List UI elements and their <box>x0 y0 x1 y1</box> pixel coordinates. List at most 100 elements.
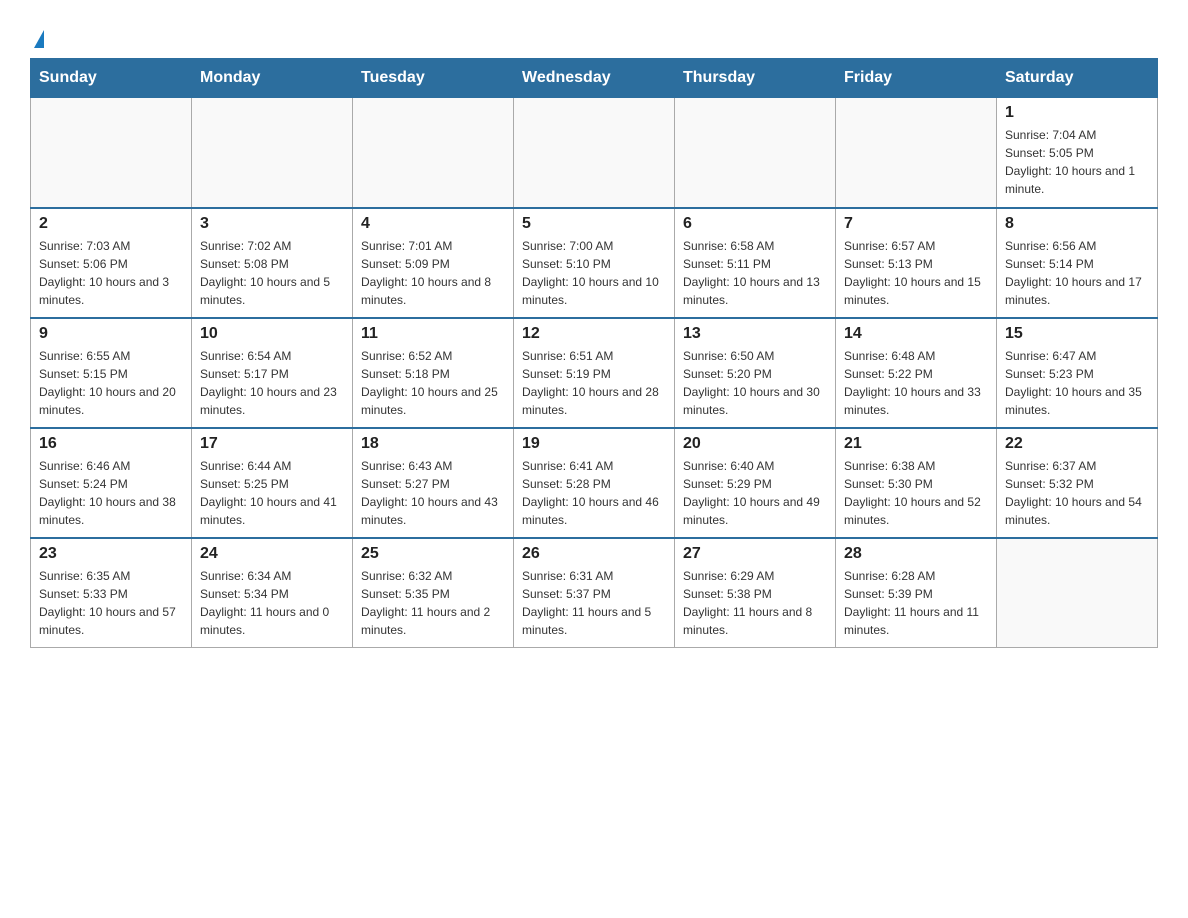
header-saturday: Saturday <box>997 59 1158 98</box>
calendar-cell-w1-d3 <box>353 98 514 208</box>
day-number-21: 21 <box>844 435 988 453</box>
day-info-21: Sunrise: 6:38 AMSunset: 5:30 PMDaylight:… <box>844 457 988 529</box>
day-info-18: Sunrise: 6:43 AMSunset: 5:27 PMDaylight:… <box>361 457 505 529</box>
day-number-5: 5 <box>522 215 666 233</box>
calendar-cell-w4-d3: 18 Sunrise: 6:43 AMSunset: 5:27 PMDayligh… <box>353 428 514 538</box>
logo-general-line <box>30 20 44 48</box>
calendar-cell-w5-d7 <box>997 538 1158 648</box>
day-info-12: Sunrise: 6:51 AMSunset: 5:19 PMDaylight:… <box>522 347 666 419</box>
calendar-cell-w1-d7: 1 Sunrise: 7:04 AMSunset: 5:05 PMDaylight… <box>997 98 1158 208</box>
day-number-20: 20 <box>683 435 827 453</box>
calendar-cell-w4-d2: 17 Sunrise: 6:44 AMSunset: 5:25 PMDayligh… <box>192 428 353 538</box>
day-info-23: Sunrise: 6:35 AMSunset: 5:33 PMDaylight:… <box>39 567 183 639</box>
week-row-3: 9 Sunrise: 6:55 AMSunset: 5:15 PMDaylight… <box>31 318 1158 428</box>
calendar-cell-w2-d5: 6 Sunrise: 6:58 AMSunset: 5:11 PMDaylight… <box>675 208 836 318</box>
day-number-27: 27 <box>683 545 827 563</box>
day-info-24: Sunrise: 6:34 AMSunset: 5:34 PMDaylight:… <box>200 567 344 639</box>
day-number-17: 17 <box>200 435 344 453</box>
logo-triangle-icon <box>34 30 44 48</box>
calendar-cell-w3-d7: 15Sunrise: 6:47 AMSunset: 5:23 PMDayligh… <box>997 318 1158 428</box>
calendar-cell-w4-d5: 20 Sunrise: 6:40 AMSunset: 5:29 PMDayligh… <box>675 428 836 538</box>
week-row-2: 2 Sunrise: 7:03 AMSunset: 5:06 PMDaylight… <box>31 208 1158 318</box>
calendar-cell-w1-d1 <box>31 98 192 208</box>
calendar-cell-w1-d5 <box>675 98 836 208</box>
day-info-19: Sunrise: 6:41 AMSunset: 5:28 PMDaylight:… <box>522 457 666 529</box>
calendar-cell-w4-d7: 22 Sunrise: 6:37 AMSunset: 5:32 PMDayligh… <box>997 428 1158 538</box>
day-number-8: 8 <box>1005 215 1149 233</box>
day-number-9: 9 <box>39 325 183 343</box>
calendar-cell-w5-d5: 27 Sunrise: 6:29 AMSunset: 5:38 PMDayligh… <box>675 538 836 648</box>
week-row-1: 1 Sunrise: 7:04 AMSunset: 5:05 PMDaylight… <box>31 98 1158 208</box>
day-number-19: 19 <box>522 435 666 453</box>
day-number-6: 6 <box>683 215 827 233</box>
week-row-5: 23 Sunrise: 6:35 AMSunset: 5:33 PMDayligh… <box>31 538 1158 648</box>
calendar-cell-w2-d3: 4 Sunrise: 7:01 AMSunset: 5:09 PMDaylight… <box>353 208 514 318</box>
calendar-cell-w3-d2: 10 Sunrise: 6:54 AMSunset: 5:17 PMDayligh… <box>192 318 353 428</box>
day-info-3: Sunrise: 7:02 AMSunset: 5:08 PMDaylight:… <box>200 237 344 309</box>
header-sunday: Sunday <box>31 59 192 98</box>
day-number-14: 14 <box>844 325 988 343</box>
day-info-17: Sunrise: 6:44 AMSunset: 5:25 PMDaylight:… <box>200 457 344 529</box>
logo <box>30 20 44 48</box>
header-tuesday: Tuesday <box>353 59 514 98</box>
day-info-2: Sunrise: 7:03 AMSunset: 5:06 PMDaylight:… <box>39 237 183 309</box>
calendar-cell-w2-d4: 5 Sunrise: 7:00 AMSunset: 5:10 PMDaylight… <box>514 208 675 318</box>
day-info-6: Sunrise: 6:58 AMSunset: 5:11 PMDaylight:… <box>683 237 827 309</box>
calendar-cell-w1-d6 <box>836 98 997 208</box>
header-wednesday: Wednesday <box>514 59 675 98</box>
day-info-10: Sunrise: 6:54 AMSunset: 5:17 PMDaylight:… <box>200 347 344 419</box>
calendar-cell-w3-d6: 14 Sunrise: 6:48 AMSunset: 5:22 PMDayligh… <box>836 318 997 428</box>
day-number-25: 25 <box>361 545 505 563</box>
day-info-7: Sunrise: 6:57 AMSunset: 5:13 PMDaylight:… <box>844 237 988 309</box>
day-number-10: 10 <box>200 325 344 343</box>
day-info-8: Sunrise: 6:56 AMSunset: 5:14 PMDaylight:… <box>1005 237 1149 309</box>
day-number-23: 23 <box>39 545 183 563</box>
calendar-cell-w1-d2 <box>192 98 353 208</box>
day-info-5: Sunrise: 7:00 AMSunset: 5:10 PMDaylight:… <box>522 237 666 309</box>
page-header <box>30 20 1158 48</box>
day-info-27: Sunrise: 6:29 AMSunset: 5:38 PMDaylight:… <box>683 567 827 639</box>
calendar-cell-w4-d1: 16Sunrise: 6:46 AMSunset: 5:24 PMDayligh… <box>31 428 192 538</box>
day-info-20: Sunrise: 6:40 AMSunset: 5:29 PMDaylight:… <box>683 457 827 529</box>
calendar-cell-w3-d1: 9 Sunrise: 6:55 AMSunset: 5:15 PMDaylight… <box>31 318 192 428</box>
day-number-18: 18 <box>361 435 505 453</box>
header-thursday: Thursday <box>675 59 836 98</box>
day-number-22: 22 <box>1005 435 1149 453</box>
day-number-3: 3 <box>200 215 344 233</box>
day-info-26: Sunrise: 6:31 AMSunset: 5:37 PMDaylight:… <box>522 567 666 639</box>
weekday-header-row: SundayMondayTuesdayWednesdayThursdayFrid… <box>31 59 1158 98</box>
header-monday: Monday <box>192 59 353 98</box>
header-friday: Friday <box>836 59 997 98</box>
calendar-cell-w3-d5: 13 Sunrise: 6:50 AMSunset: 5:20 PMDayligh… <box>675 318 836 428</box>
day-info-11: Sunrise: 6:52 AMSunset: 5:18 PMDaylight:… <box>361 347 505 419</box>
day-info-4: Sunrise: 7:01 AMSunset: 5:09 PMDaylight:… <box>361 237 505 309</box>
calendar-cell-w4-d6: 21 Sunrise: 6:38 AMSunset: 5:30 PMDayligh… <box>836 428 997 538</box>
day-info-14: Sunrise: 6:48 AMSunset: 5:22 PMDaylight:… <box>844 347 988 419</box>
day-info-25: Sunrise: 6:32 AMSunset: 5:35 PMDaylight:… <box>361 567 505 639</box>
week-row-4: 16Sunrise: 6:46 AMSunset: 5:24 PMDayligh… <box>31 428 1158 538</box>
day-number-1: 1 <box>1005 104 1149 122</box>
day-number-26: 26 <box>522 545 666 563</box>
calendar-cell-w3-d4: 12 Sunrise: 6:51 AMSunset: 5:19 PMDayligh… <box>514 318 675 428</box>
day-number-15: 15 <box>1005 325 1149 343</box>
day-info-9: Sunrise: 6:55 AMSunset: 5:15 PMDaylight:… <box>39 347 183 419</box>
day-number-12: 12 <box>522 325 666 343</box>
day-number-7: 7 <box>844 215 988 233</box>
day-number-13: 13 <box>683 325 827 343</box>
day-number-4: 4 <box>361 215 505 233</box>
calendar-table: SundayMondayTuesdayWednesdayThursdayFrid… <box>30 58 1158 648</box>
calendar-cell-w2-d7: 8 Sunrise: 6:56 AMSunset: 5:14 PMDaylight… <box>997 208 1158 318</box>
calendar-cell-w5-d4: 26 Sunrise: 6:31 AMSunset: 5:37 PMDayligh… <box>514 538 675 648</box>
day-info-1: Sunrise: 7:04 AMSunset: 5:05 PMDaylight:… <box>1005 126 1149 198</box>
day-number-2: 2 <box>39 215 183 233</box>
day-info-22: Sunrise: 6:37 AMSunset: 5:32 PMDaylight:… <box>1005 457 1149 529</box>
calendar-cell-w3-d3: 11 Sunrise: 6:52 AMSunset: 5:18 PMDayligh… <box>353 318 514 428</box>
day-number-11: 11 <box>361 325 505 343</box>
day-number-28: 28 <box>844 545 988 563</box>
calendar-cell-w4-d4: 19 Sunrise: 6:41 AMSunset: 5:28 PMDayligh… <box>514 428 675 538</box>
day-info-28: Sunrise: 6:28 AMSunset: 5:39 PMDaylight:… <box>844 567 988 639</box>
calendar-cell-w5-d6: 28 Sunrise: 6:28 AMSunset: 5:39 PMDayligh… <box>836 538 997 648</box>
calendar-cell-w5-d1: 23 Sunrise: 6:35 AMSunset: 5:33 PMDayligh… <box>31 538 192 648</box>
day-info-13: Sunrise: 6:50 AMSunset: 5:20 PMDaylight:… <box>683 347 827 419</box>
calendar-cell-w2-d2: 3 Sunrise: 7:02 AMSunset: 5:08 PMDaylight… <box>192 208 353 318</box>
